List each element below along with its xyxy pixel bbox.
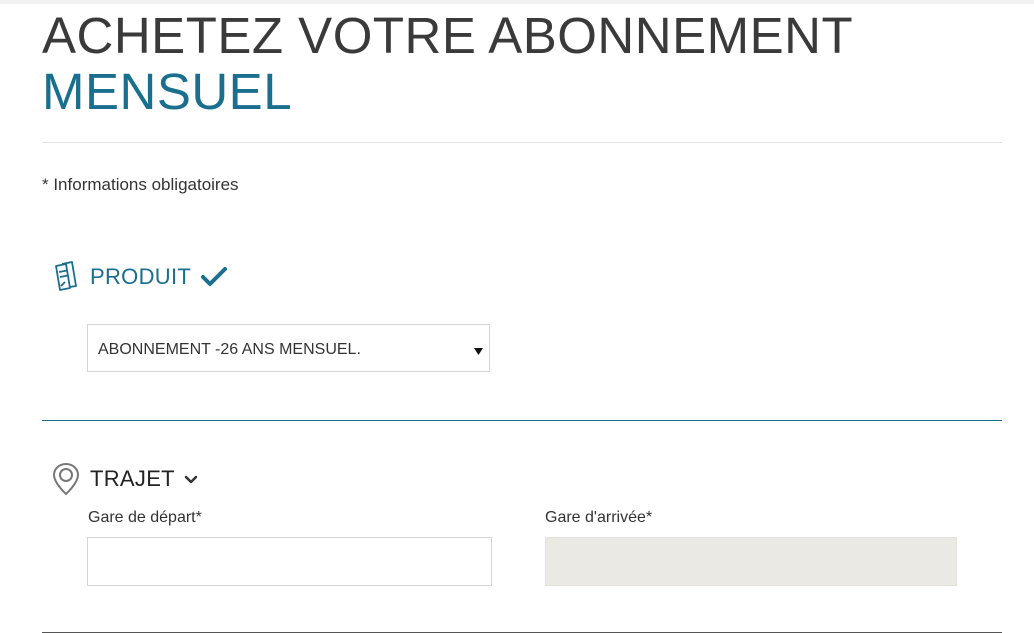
top-bar (0, 0, 1034, 4)
checkmark-icon (201, 266, 228, 288)
product-select-value: ABONNEMENT -26 ANS MENSUEL. (98, 341, 361, 358)
produit-title: PRODUIT (90, 264, 192, 289)
chevron-down-icon[interactable] (183, 471, 199, 487)
page-title-line2: MENSUEL (42, 63, 293, 120)
page-title-line1: ACHETEZ VOTRE ABONNEMENT (42, 7, 854, 64)
ticket-icon (52, 260, 80, 294)
required-fields-note: * Informations obligatoires (42, 175, 239, 194)
departure-station-label: Gare de départ* (88, 509, 202, 526)
product-select[interactable]: ABONNEMENT -26 ANS MENSUEL. (87, 324, 490, 372)
trajet-section-header[interactable]: TRAJET (52, 462, 199, 496)
purchase-page: ACHETEZ VOTRE ABONNEMENT MENSUEL * Infor… (0, 0, 1034, 633)
produit-section-header: PRODUIT (52, 260, 228, 294)
departure-station-input[interactable] (87, 537, 492, 586)
page-title: ACHETEZ VOTRE ABONNEMENT MENSUEL (42, 8, 853, 120)
arrival-station-label: Gare d'arrivée* (545, 509, 653, 526)
arrival-station-input[interactable] (545, 537, 957, 586)
trajet-title: TRAJET (90, 466, 175, 491)
section-divider (42, 420, 1002, 421)
map-pin-icon (52, 462, 80, 496)
dropdown-arrow-icon (474, 342, 483, 355)
divider (42, 142, 1002, 143)
